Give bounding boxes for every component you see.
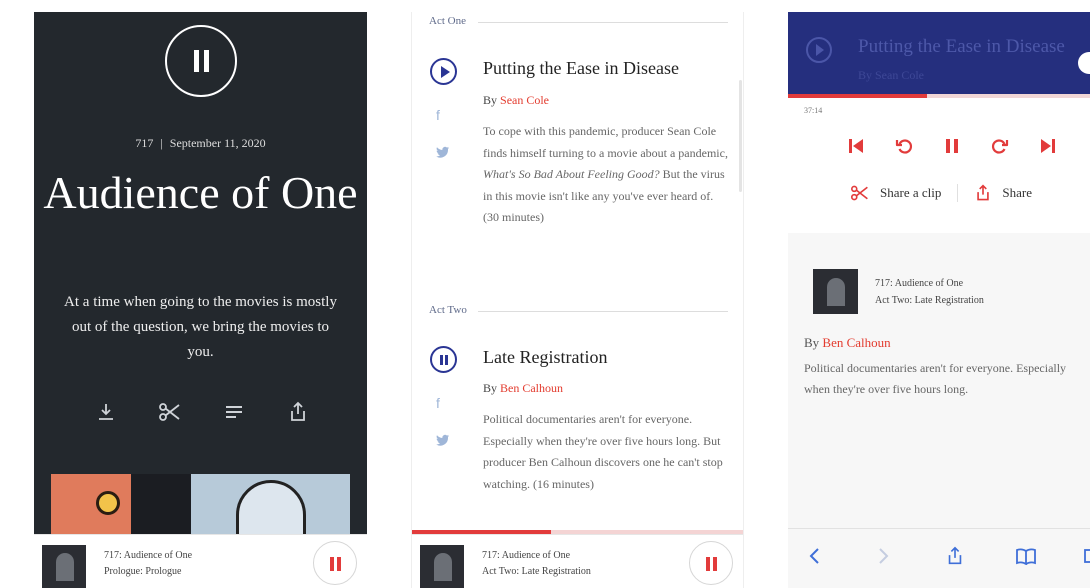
scissors-icon[interactable] [850,184,870,202]
mini-player[interactable]: 717: Audience of One Act Two: Late Regis… [412,534,743,588]
player-header: Putting the Ease in Disease By Sean Cole [788,12,1090,94]
act-two-pause-button[interactable] [430,346,457,373]
download-icon[interactable] [92,398,120,426]
act-one-play-button[interactable] [430,58,457,85]
skip-previous-icon[interactable] [842,132,870,160]
episode-title: 717: Audience of One [875,278,964,289]
segments-screen: Act One Putting the Ease in Disease By S… [411,12,744,588]
transcript-icon[interactable] [220,398,248,426]
act-one-author-link[interactable]: Sean Cole [500,93,549,107]
back-icon[interactable] [802,543,828,569]
header-play-icon[interactable] [806,37,832,63]
act-two-description: Political documentaries aren't for every… [483,412,723,491]
facebook-icon[interactable]: f [436,107,440,123]
share-divider [957,184,959,202]
rewind-icon[interactable] [890,132,918,160]
header-byline: By Sean Cole [858,68,924,82]
act-one-description: To cope with this pandemic, producer Sea… [483,124,728,224]
act-two-label: Act Two [429,304,467,316]
mini-player-thumbnail [42,545,86,588]
mini-player-pause-button[interactable] [689,541,733,585]
pause-icon[interactable] [938,132,966,160]
segment-byline: By Ben Calhoun [804,335,891,351]
twitter-icon[interactable] [436,145,450,161]
browser-toolbar [788,528,1090,588]
twitter-icon[interactable] [436,433,450,449]
mini-player-segment: Act Two: Late Registration [482,566,591,577]
close-icon[interactable] [1078,52,1090,74]
mini-player-thumbnail [420,545,464,588]
facebook-icon[interactable]: f [436,395,440,411]
scissors-icon[interactable] [156,398,184,426]
byline-prefix: By [804,335,820,350]
act-two-title[interactable]: Late Registration [483,347,607,368]
byline-prefix: By [483,381,498,395]
skip-next-icon[interactable] [1034,132,1062,160]
fast-forward-icon[interactable] [986,132,1014,160]
mini-player[interactable]: 717: Audience of One Prologue: Prologue [34,534,367,588]
forward-icon[interactable] [870,543,896,569]
share-button[interactable]: Share [1002,185,1032,201]
act-one-label: Act One [429,15,466,27]
act-two-byline: By Ben Calhoun [483,381,563,396]
mini-player-episode: 717: Audience of One [104,550,193,561]
tabs-icon[interactable] [1078,543,1090,569]
act-divider [478,311,728,312]
act-divider [478,22,728,23]
author-link[interactable]: Ben Calhoun [822,335,890,350]
playback-controls [842,132,1062,160]
episode-description: At a time when going to the movies is mo… [64,294,337,360]
pause-button[interactable] [165,25,237,97]
mini-player-segment: Prologue: Prologue [104,566,182,577]
episode-thumbnail [813,269,858,314]
episode-meta: 717 | September 11, 2020 [34,136,367,151]
act-one-byline: By Sean Cole [483,93,549,108]
share-icon[interactable] [974,184,992,202]
share-row: Share a clip Share [850,184,1032,202]
mini-player-pause-button[interactable] [313,541,357,585]
movie-title: What's So Bad About Feeling Good? [483,167,660,181]
episode-date: September 11, 2020 [169,136,266,150]
share-clip-button[interactable]: Share a clip [880,185,941,201]
meta-separator: | [160,136,163,150]
player-controls-panel: 37:14 Share a clip Share [788,98,1090,233]
act-two-author-link[interactable]: Ben Calhoun [500,381,563,395]
share-icon[interactable] [942,543,968,569]
mini-player-episode: 717: Audience of One [482,550,571,561]
segment-title: Act Two: Late Registration [875,295,984,306]
episode-artwork [51,474,350,538]
episode-title: Audience of One [43,167,358,218]
scrollbar[interactable] [739,80,742,192]
elapsed-time: 37:14 [804,106,823,115]
bookmarks-icon[interactable] [1013,543,1039,569]
episode-number: 717 [135,136,154,150]
share-icon[interactable] [284,398,312,426]
header-segment-title: Putting the Ease in Disease [858,36,1065,57]
episode-screen: 717 | September 11, 2020 Audience of One A… [34,12,367,588]
episode-toolbar [92,398,312,426]
segment-description: Political documentaries aren't for every… [804,361,1067,396]
player-screen: Putting the Ease in Disease By Sean Cole… [788,12,1090,588]
act-one-title[interactable]: Putting the Ease in Disease [483,58,679,79]
byline-prefix: By [483,93,498,107]
